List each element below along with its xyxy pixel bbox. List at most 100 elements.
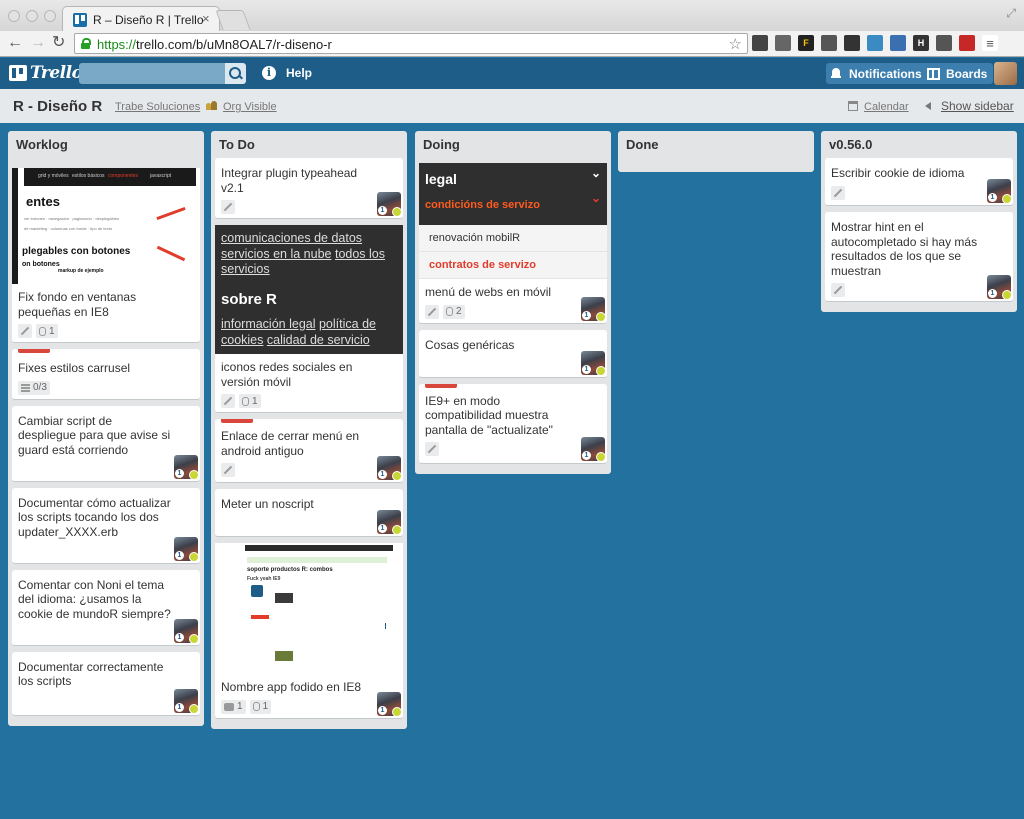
back-icon[interactable]: ← (7, 34, 23, 52)
list-worklog: Worklog grid y móviles estilos básicos c… (8, 131, 204, 726)
tab-title: R – Diseño R | Trello (93, 13, 204, 27)
search-icon[interactable] (225, 63, 246, 84)
org-visible-icon (206, 101, 217, 111)
member-avatar[interactable]: 1 (987, 179, 1012, 204)
card[interactable]: Comentar con Noni el tema del idioma: ¿u… (12, 569, 200, 646)
card[interactable]: Mostrar hint en el autocompletado si hay… (825, 212, 1013, 302)
board-header: R - Diseño R Trabe Soluciones Org Visibl… (0, 89, 1024, 123)
forward-icon[interactable]: → (30, 34, 46, 52)
boards-icon (927, 67, 940, 80)
browser-toolbar: ← → ↻ https://trello.com/b/uMn8OAL7/r-di… (0, 31, 1024, 57)
pencil-icon[interactable] (831, 283, 845, 297)
extension-icon[interactable] (752, 35, 768, 51)
member-avatar[interactable]: 1 (377, 456, 402, 481)
list-v0-56-0: v0.56.0 Escribir cookie de idioma 1 Most… (821, 131, 1017, 312)
checklist-badge: 0/3 (18, 380, 50, 395)
trello-header: Trello i Help Notifications Boards (0, 58, 1024, 89)
adblock-icon[interactable] (959, 35, 975, 51)
address-bar[interactable]: https://trello.com/b/uMn8OAL7/r-diseno-r… (74, 33, 748, 54)
card[interactable]: Fixes estilos carrusel 0/3 (12, 349, 200, 400)
member-avatar[interactable]: 1 (581, 436, 606, 462)
chevron-down-icon: ⌄ (590, 166, 601, 180)
member-avatar[interactable]: 1 (377, 192, 402, 217)
list-title[interactable]: Doing (419, 131, 607, 158)
reload-icon[interactable]: ↻ (52, 34, 65, 52)
card[interactable]: Integrar plugin typeahead v2.1 1 (215, 158, 403, 219)
menu-icon[interactable]: ≡ (982, 35, 998, 51)
card[interactable]: grid y móviles estilos básicos component… (12, 168, 200, 343)
notifications-button[interactable]: Notifications (826, 63, 928, 84)
pencil-icon[interactable] (831, 185, 845, 200)
list-title[interactable]: To Do (215, 131, 403, 158)
card[interactable]: IE9+ en modo compatibilidad muestra pant… (419, 383, 607, 464)
help-button[interactable]: i Help (262, 66, 312, 80)
list-title[interactable]: Done (622, 131, 810, 158)
list-title[interactable]: v0.56.0 (825, 131, 1013, 158)
member-avatar[interactable]: 1 (174, 688, 199, 714)
pencil-icon[interactable] (221, 394, 235, 408)
pencil-icon[interactable] (221, 200, 235, 214)
attachment-badge: 1 (249, 699, 272, 714)
card[interactable]: Cosas genéricas 1 (419, 329, 607, 378)
new-tab-button[interactable] (215, 10, 251, 30)
fullscreen-icon[interactable]: ⤢ (1006, 6, 1016, 21)
screenshot-icon[interactable] (867, 35, 883, 51)
member-avatar[interactable]: 1 (377, 510, 402, 535)
card[interactable]: Enlace de cerrar menú en android antiguo… (215, 419, 403, 483)
member-avatar[interactable]: 1 (581, 296, 606, 322)
paperclip-icon (39, 326, 46, 336)
url-text: trello.com/b/uMn8OAL7/r-diseno-r (136, 37, 332, 52)
trello-logo[interactable]: Trello (9, 63, 83, 83)
list-to-do: To Do Integrar plugin typeahead v2.1 1 c… (211, 131, 407, 729)
attachment-badge: 2 (443, 304, 465, 319)
card[interactable]: legal ⌄ ⌄ condicións de servizo renovaci… (419, 163, 607, 324)
wrench-icon[interactable] (936, 35, 952, 51)
member-avatar[interactable]: 1 (174, 618, 199, 644)
search-input[interactable] (79, 63, 225, 84)
browser-tab[interactable]: R – Diseño R | Trello × (62, 6, 220, 32)
calendar-icon (848, 101, 858, 111)
resize-icon[interactable] (890, 35, 906, 51)
extension-icon[interactable]: H (913, 35, 929, 51)
board-title[interactable]: R - Diseño R (13, 98, 102, 115)
list-title[interactable]: Worklog (12, 131, 200, 158)
boards-button[interactable]: Boards (922, 63, 994, 84)
zoom-window-button[interactable] (44, 10, 56, 22)
pocket-icon[interactable] (775, 35, 791, 51)
org-link[interactable]: Trabe Soluciones (115, 101, 200, 113)
trello-logo-icon (9, 65, 27, 81)
sync-icon[interactable] (821, 35, 837, 51)
member-avatar[interactable]: 1 (174, 536, 199, 562)
visibility-link[interactable]: Org Visible (223, 101, 277, 113)
extension-icon[interactable]: F (798, 35, 814, 51)
member-avatar[interactable]: 1 (581, 350, 606, 376)
checklist-icon (21, 383, 30, 392)
member-avatar[interactable]: 1 (987, 275, 1012, 300)
pencil-icon[interactable] (425, 304, 439, 319)
tab-close-icon[interactable]: × (202, 11, 210, 26)
show-sidebar-link[interactable]: Show sidebar (941, 99, 1014, 113)
card[interactable]: Escribir cookie de idioma 1 (825, 158, 1013, 206)
paperclip-icon (446, 307, 453, 316)
card[interactable]: Documentar correctamente los scripts 1 (12, 651, 200, 716)
member-avatar[interactable]: 1 (377, 691, 402, 717)
paperclip-icon (252, 702, 260, 711)
card[interactable]: Meter un noscript 1 (215, 489, 403, 537)
member-avatar[interactable]: 1 (174, 454, 199, 480)
pencil-icon[interactable] (221, 463, 235, 477)
close-window-button[interactable] (8, 10, 20, 22)
minimize-window-button[interactable] (26, 10, 38, 22)
card[interactable]: soporte productos R: combos Fuck yeah IE… (215, 543, 403, 719)
card[interactable]: comunicaciones de datos servicios en la … (215, 225, 403, 413)
card[interactable]: Cambiar script de despliegue para que av… (12, 405, 200, 482)
card[interactable]: Documentar cómo actualizar los scripts t… (12, 487, 200, 564)
calendar-link[interactable]: Calendar (864, 101, 909, 113)
attachment-badge: 1 (36, 324, 58, 338)
avatar[interactable] (994, 62, 1017, 85)
paperclip-icon (242, 396, 249, 406)
eyedropper-icon[interactable] (844, 35, 860, 51)
arrow-left-icon (925, 102, 931, 110)
pencil-icon[interactable] (425, 442, 439, 456)
bookmark-star-icon[interactable]: ☆ (729, 35, 742, 53)
pencil-icon[interactable] (18, 324, 32, 338)
